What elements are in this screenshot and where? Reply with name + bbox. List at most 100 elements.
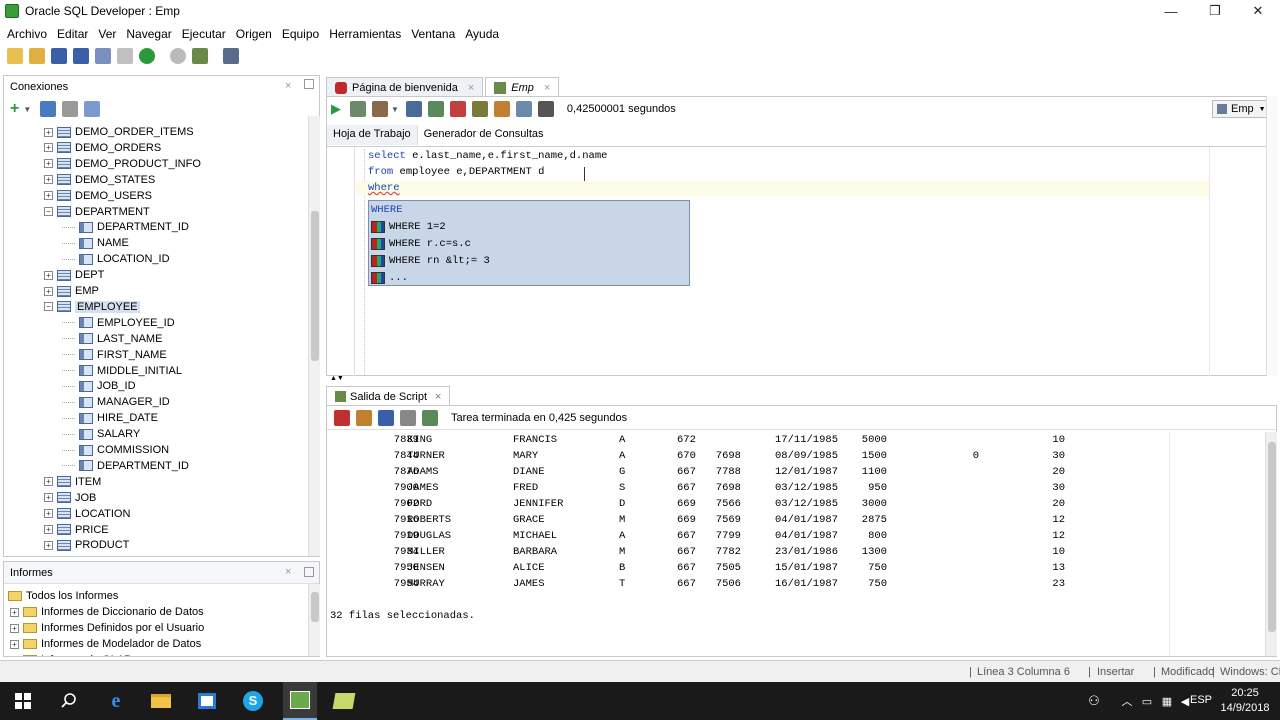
menu-item-navegar[interactable]: Navegar [126,27,171,41]
tree-item[interactable]: − DEPARTMENT [44,204,150,220]
menu-item-ver[interactable]: Ver [98,27,116,41]
tree-item[interactable]: DEPARTMENT_ID [62,219,189,235]
new-icon[interactable] [7,48,23,64]
splitter-arrows-icon[interactable]: ▲▼ [330,375,344,382]
tab-query-builder[interactable]: Generador de Consultas [418,125,550,145]
search-icon[interactable] [58,690,80,712]
run-statement-icon[interactable]: ▶ [331,101,341,117]
filter-icon[interactable] [62,101,79,117]
chevron-up-icon[interactable]: ︿ [1116,690,1138,712]
scrollbar-thumb[interactable] [311,592,319,622]
store-icon[interactable] [196,690,218,712]
expand-icon[interactable]: + [44,509,53,519]
tree-item[interactable]: + ITEM [44,474,101,490]
scrollbar-thumb[interactable] [311,211,319,361]
tree-item[interactable]: − EMPLOYEE [44,299,140,315]
eraser-icon[interactable] [356,409,372,426]
close-icon[interactable]: × [435,391,441,403]
language-indicator[interactable]: ESP [1190,694,1212,706]
edge-browser-icon[interactable]: e [105,690,127,712]
open-icon[interactable] [29,48,45,64]
back-icon[interactable] [139,48,155,64]
menu-item-ayuda[interactable]: Ayuda [465,27,499,41]
editor-scrollbar[interactable] [1266,96,1278,376]
menu-item-editar[interactable]: Editar [57,27,88,41]
commit-icon[interactable] [372,101,388,117]
menu-item-ejecutar[interactable]: Ejecutar [182,27,226,41]
undo-icon[interactable] [95,48,111,64]
save-icon[interactable] [378,409,394,426]
tab-script-output[interactable]: Salida de Script × [326,386,451,406]
open-in-editor-icon[interactable] [422,409,438,426]
refresh-icon[interactable] [40,101,57,117]
tree-item[interactable]: + LOCATION [44,506,130,522]
expand-icon[interactable]: + [44,143,53,153]
tree-item[interactable]: + JOB [44,490,96,506]
expand-icon[interactable]: + [10,655,19,656]
expand-icon[interactable]: + [44,127,53,137]
expand-icon[interactable]: + [44,175,53,185]
skype-icon[interactable]: S [242,690,264,712]
rollback-icon[interactable] [449,101,466,117]
suggestion-item[interactable]: WHERE r.c=s.c [369,235,689,252]
tree-item[interactable]: + DEMO_ORDERS [44,140,161,156]
expand-icon[interactable]: + [44,191,53,201]
tree-scrollbar[interactable] [308,116,320,556]
tree-item[interactable]: SALARY [62,426,140,442]
expand-icon[interactable]: + [44,493,53,503]
schema-browser-icon[interactable] [84,101,101,117]
tree-item[interactable]: DEPARTMENT_ID [62,458,189,474]
tree-item[interactable]: LOCATION_ID [62,251,170,267]
save-icon[interactable] [51,48,67,64]
tab-emp[interactable]: Emp × [485,77,560,97]
format-icon[interactable] [537,101,554,117]
menu-item-equipo[interactable]: Equipo [282,27,319,41]
binoculars-icon[interactable] [223,48,239,64]
file-explorer-icon[interactable] [150,690,172,712]
tree-item[interactable]: + DEMO_PRODUCT_INFO [44,156,201,172]
notes-icon[interactable] [332,690,356,712]
report-item[interactable]: + Informes Definidos por el Usuario [10,620,204,636]
tree-item[interactable]: FIRST_NAME [62,347,167,363]
forward-icon[interactable] [170,48,186,64]
clock[interactable]: 20:25 14/9/2018 [1220,686,1270,716]
expand-icon[interactable]: + [44,270,53,280]
add-connection-icon[interactable]: + [10,100,19,118]
run-script-icon[interactable] [350,101,366,117]
report-item[interactable]: + Informes de Modelador de Datos [10,636,201,652]
print-icon[interactable] [400,409,416,426]
close-icon[interactable]: × [285,566,291,578]
suggestion-item[interactable]: WHERE 1=2 [369,218,689,235]
chevron-down-icon[interactable]: ▼ [391,105,399,114]
pin-icon[interactable] [334,409,350,426]
close-button[interactable]: ✕ [1236,0,1280,22]
collapse-icon[interactable]: − [44,302,53,312]
suggestion-header[interactable]: WHERE [369,201,689,218]
sql-developer-task-icon[interactable] [283,682,317,720]
tree-item[interactable]: HIRE_DATE [62,410,158,426]
tree-item[interactable]: NAME [62,235,129,251]
report-item[interactable]: + Informes de OLAP [10,652,132,656]
redo-icon[interactable] [117,48,133,64]
connection-select[interactable]: Emp ▼ [1212,100,1268,118]
history-icon[interactable] [515,101,532,117]
save-all-icon[interactable] [73,48,89,64]
tree-item[interactable]: MIDDLE_INITIAL [62,363,182,379]
close-icon[interactable]: × [544,82,550,94]
tree-item[interactable]: + PRODUCT [44,537,129,553]
sql-icon[interactable] [192,48,208,64]
tree-item[interactable]: + EMP [44,283,99,299]
scrollbar-thumb[interactable] [1268,442,1276,632]
expand-icon[interactable]: + [10,623,19,633]
minimize-panel-icon[interactable] [304,79,314,89]
tree-item[interactable]: LAST_NAME [62,331,162,347]
minimize-panel-icon[interactable] [304,567,314,577]
explain-plan-icon[interactable] [405,101,422,117]
expand-icon[interactable]: + [44,540,53,550]
tree-item[interactable]: COMMISSION [62,442,169,458]
close-icon[interactable]: × [468,82,474,94]
expand-icon[interactable]: + [44,286,53,296]
menu-item-archivo[interactable]: Archivo [7,27,47,41]
menu-item-herramientas[interactable]: Herramientas [329,27,401,41]
output-text[interactable]: 7839 KING FRANCIS A 672 17/11/1985 5000 10 7844 T… [327,432,1257,656]
